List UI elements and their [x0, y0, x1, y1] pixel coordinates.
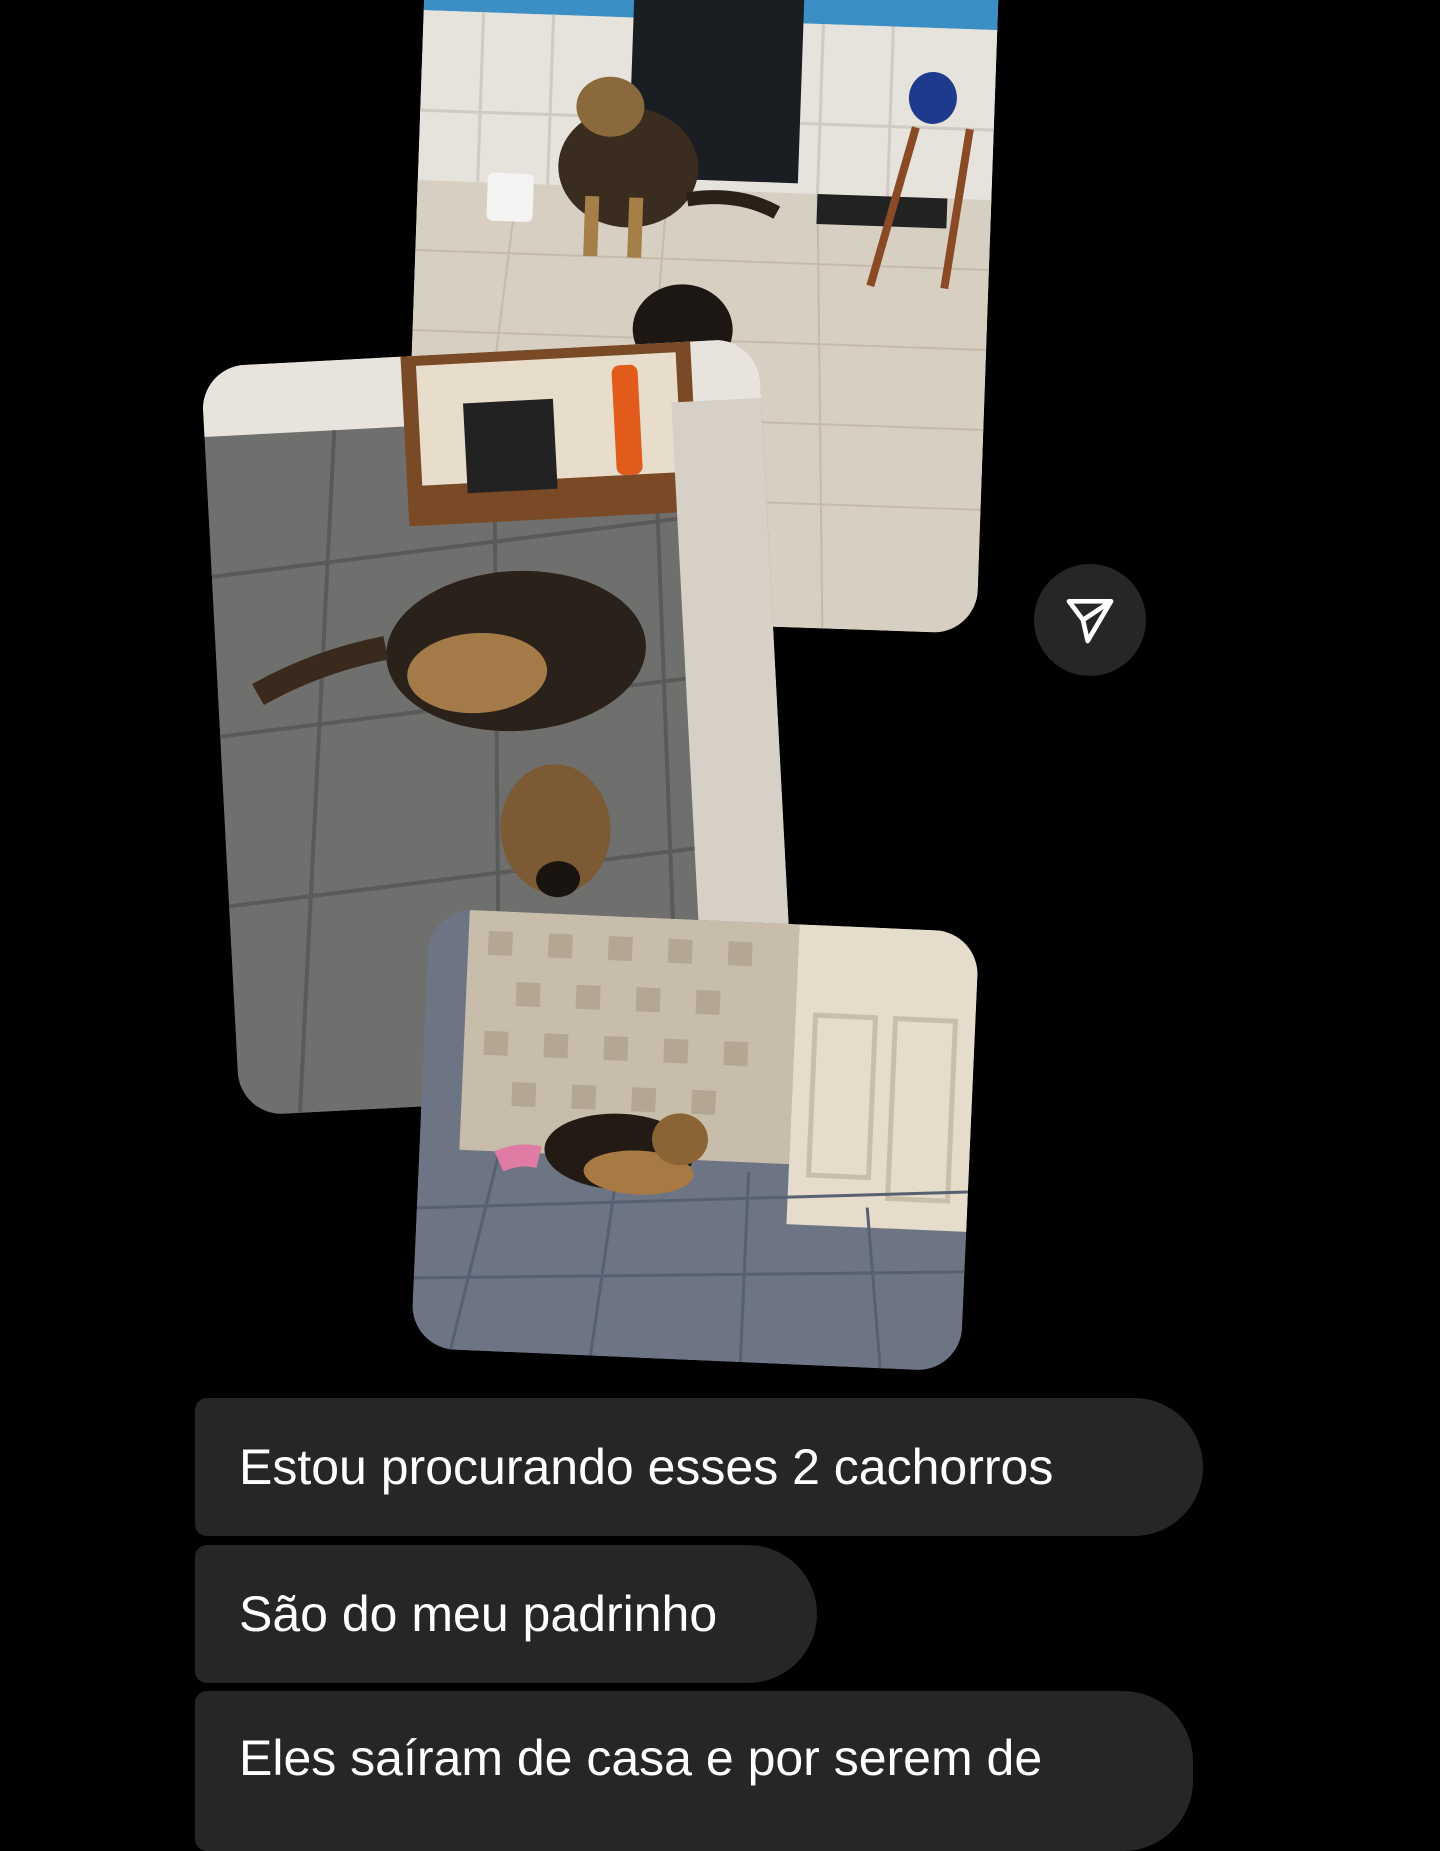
paper-plane-icon: [1066, 599, 1114, 644]
message-bubble[interactable]: Eles saíram de casa e por serem de: [195, 1691, 1193, 1851]
photo-3-image: [410, 908, 980, 1372]
message-text: São do meu padrinho: [239, 1586, 718, 1642]
message-bubble[interactable]: Estou procurando esses 2 cachorros: [195, 1398, 1203, 1536]
message-text: Estou procurando esses 2 cachorros: [239, 1439, 1054, 1495]
dog-photo-3[interactable]: [410, 908, 980, 1372]
share-button[interactable]: [1034, 564, 1146, 676]
message-bubble[interactable]: São do meu padrinho: [195, 1545, 817, 1683]
message-text: Eles saíram de casa e por serem de: [239, 1730, 1043, 1786]
